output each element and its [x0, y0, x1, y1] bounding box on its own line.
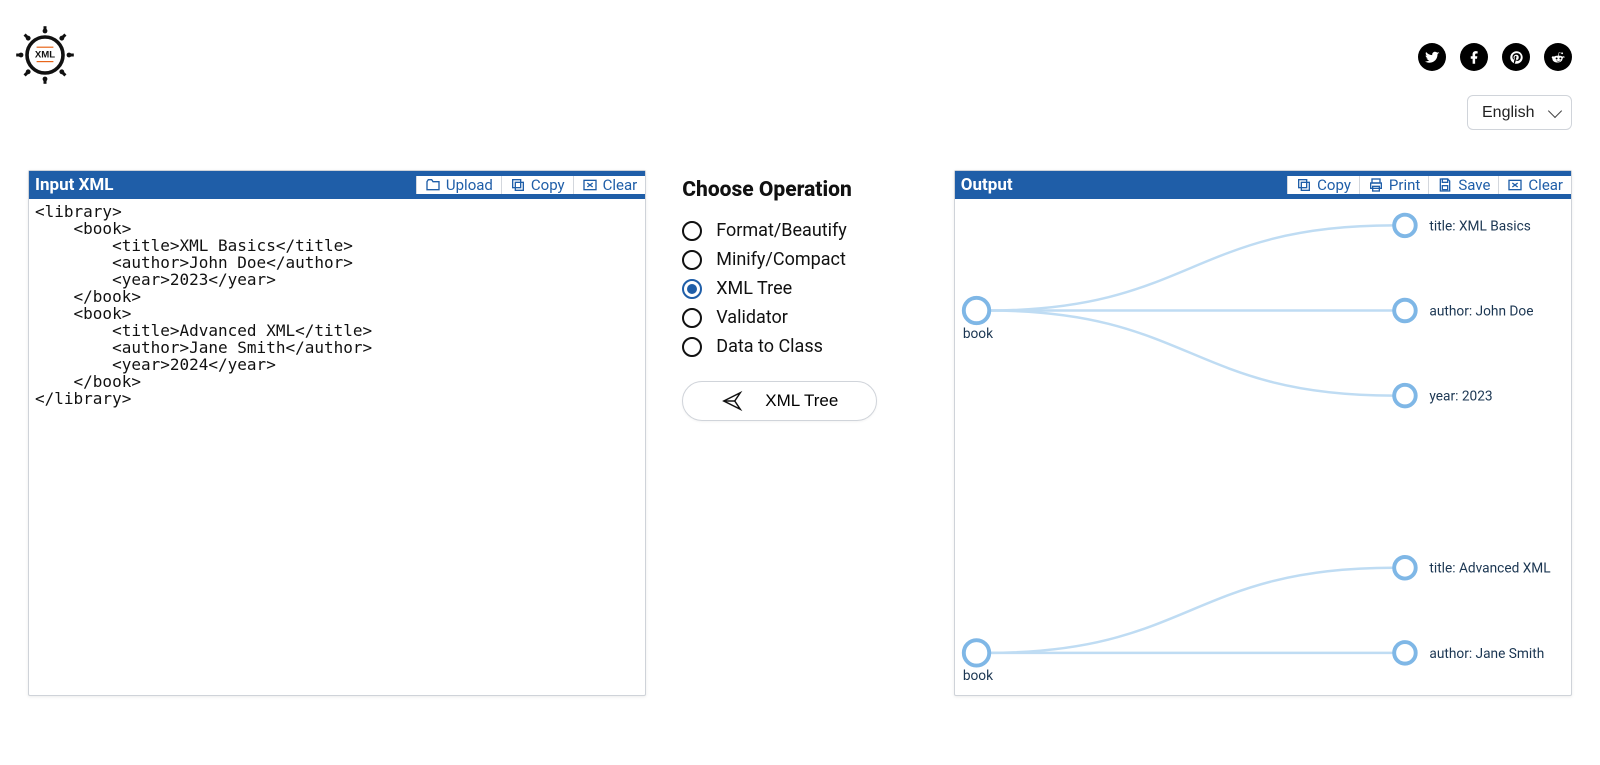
output-title: Output	[955, 175, 1019, 195]
radio-icon	[682, 308, 702, 328]
input-panel: Input XML Upload Copy Clear <library> <b…	[28, 170, 646, 696]
print-button[interactable]: Print	[1359, 176, 1428, 194]
operations: Choose Operation Format/Beautify Minify/C…	[682, 170, 918, 421]
svg-text:book: book	[963, 326, 993, 342]
input-clear-label: Clear	[603, 176, 638, 194]
input-editor[interactable]: <library> <book> <title>XML Basics</titl…	[29, 199, 645, 695]
pinterest-icon[interactable]	[1502, 43, 1530, 71]
radio-icon	[682, 250, 702, 270]
input-copy-button[interactable]: Copy	[501, 176, 573, 194]
social-links	[1418, 43, 1572, 71]
operation-label: Minify/Compact	[716, 249, 846, 270]
output-clear-button[interactable]: Clear	[1498, 176, 1571, 194]
radio-icon	[682, 337, 702, 357]
logo: XML	[15, 25, 75, 85]
input-panel-header: Input XML Upload Copy Clear	[29, 171, 645, 199]
operation-label: Validator	[716, 307, 788, 328]
operation-label: Format/Beautify	[716, 220, 847, 241]
svg-text:title: XML Basics: title: XML Basics	[1429, 218, 1530, 234]
run-button[interactable]: XML Tree	[682, 381, 877, 421]
svg-text:author: Jane Smith: author: Jane Smith	[1429, 646, 1544, 662]
output-clear-label: Clear	[1528, 176, 1563, 194]
operation-label: Data to Class	[716, 336, 823, 357]
reddit-icon[interactable]	[1544, 43, 1572, 71]
operation-tree[interactable]: XML Tree	[682, 278, 918, 299]
operation-validator[interactable]: Validator	[682, 307, 918, 328]
output-panel: Output Copy Print Save Clear	[954, 170, 1572, 696]
radio-icon	[682, 279, 702, 299]
operation-dataclass[interactable]: Data to Class	[682, 336, 918, 357]
input-clear-button[interactable]: Clear	[573, 176, 646, 194]
svg-text:title: Advanced XML: title: Advanced XML	[1429, 561, 1551, 577]
language-select[interactable]: English	[1467, 95, 1572, 130]
print-label: Print	[1389, 176, 1420, 194]
output-copy-button[interactable]: Copy	[1287, 176, 1359, 194]
operation-minify[interactable]: Minify/Compact	[682, 249, 918, 270]
output-panel-header: Output Copy Print Save Clear	[955, 171, 1571, 199]
input-copy-label: Copy	[531, 176, 565, 194]
run-button-label: XML Tree	[765, 391, 838, 411]
operations-heading: Choose Operation	[682, 178, 918, 202]
output-copy-label: Copy	[1317, 176, 1351, 194]
svg-text:year: 2023: year: 2023	[1429, 388, 1492, 404]
radio-icon	[682, 221, 702, 241]
facebook-icon[interactable]	[1460, 43, 1488, 71]
svg-text:author: John Doe: author: John Doe	[1429, 303, 1533, 319]
operation-format[interactable]: Format/Beautify	[682, 220, 918, 241]
upload-button[interactable]: Upload	[416, 176, 501, 194]
save-button[interactable]: Save	[1428, 176, 1498, 194]
svg-text:XML: XML	[35, 49, 55, 60]
input-title: Input XML	[29, 175, 119, 195]
twitter-icon[interactable]	[1418, 43, 1446, 71]
save-label: Save	[1458, 176, 1490, 194]
operation-label: XML Tree	[716, 278, 792, 299]
upload-label: Upload	[446, 176, 493, 194]
output-viewer[interactable]: title: XML Basics author: John Doe year: 2…	[955, 199, 1571, 695]
svg-text:book: book	[963, 668, 993, 684]
send-icon	[721, 390, 743, 412]
